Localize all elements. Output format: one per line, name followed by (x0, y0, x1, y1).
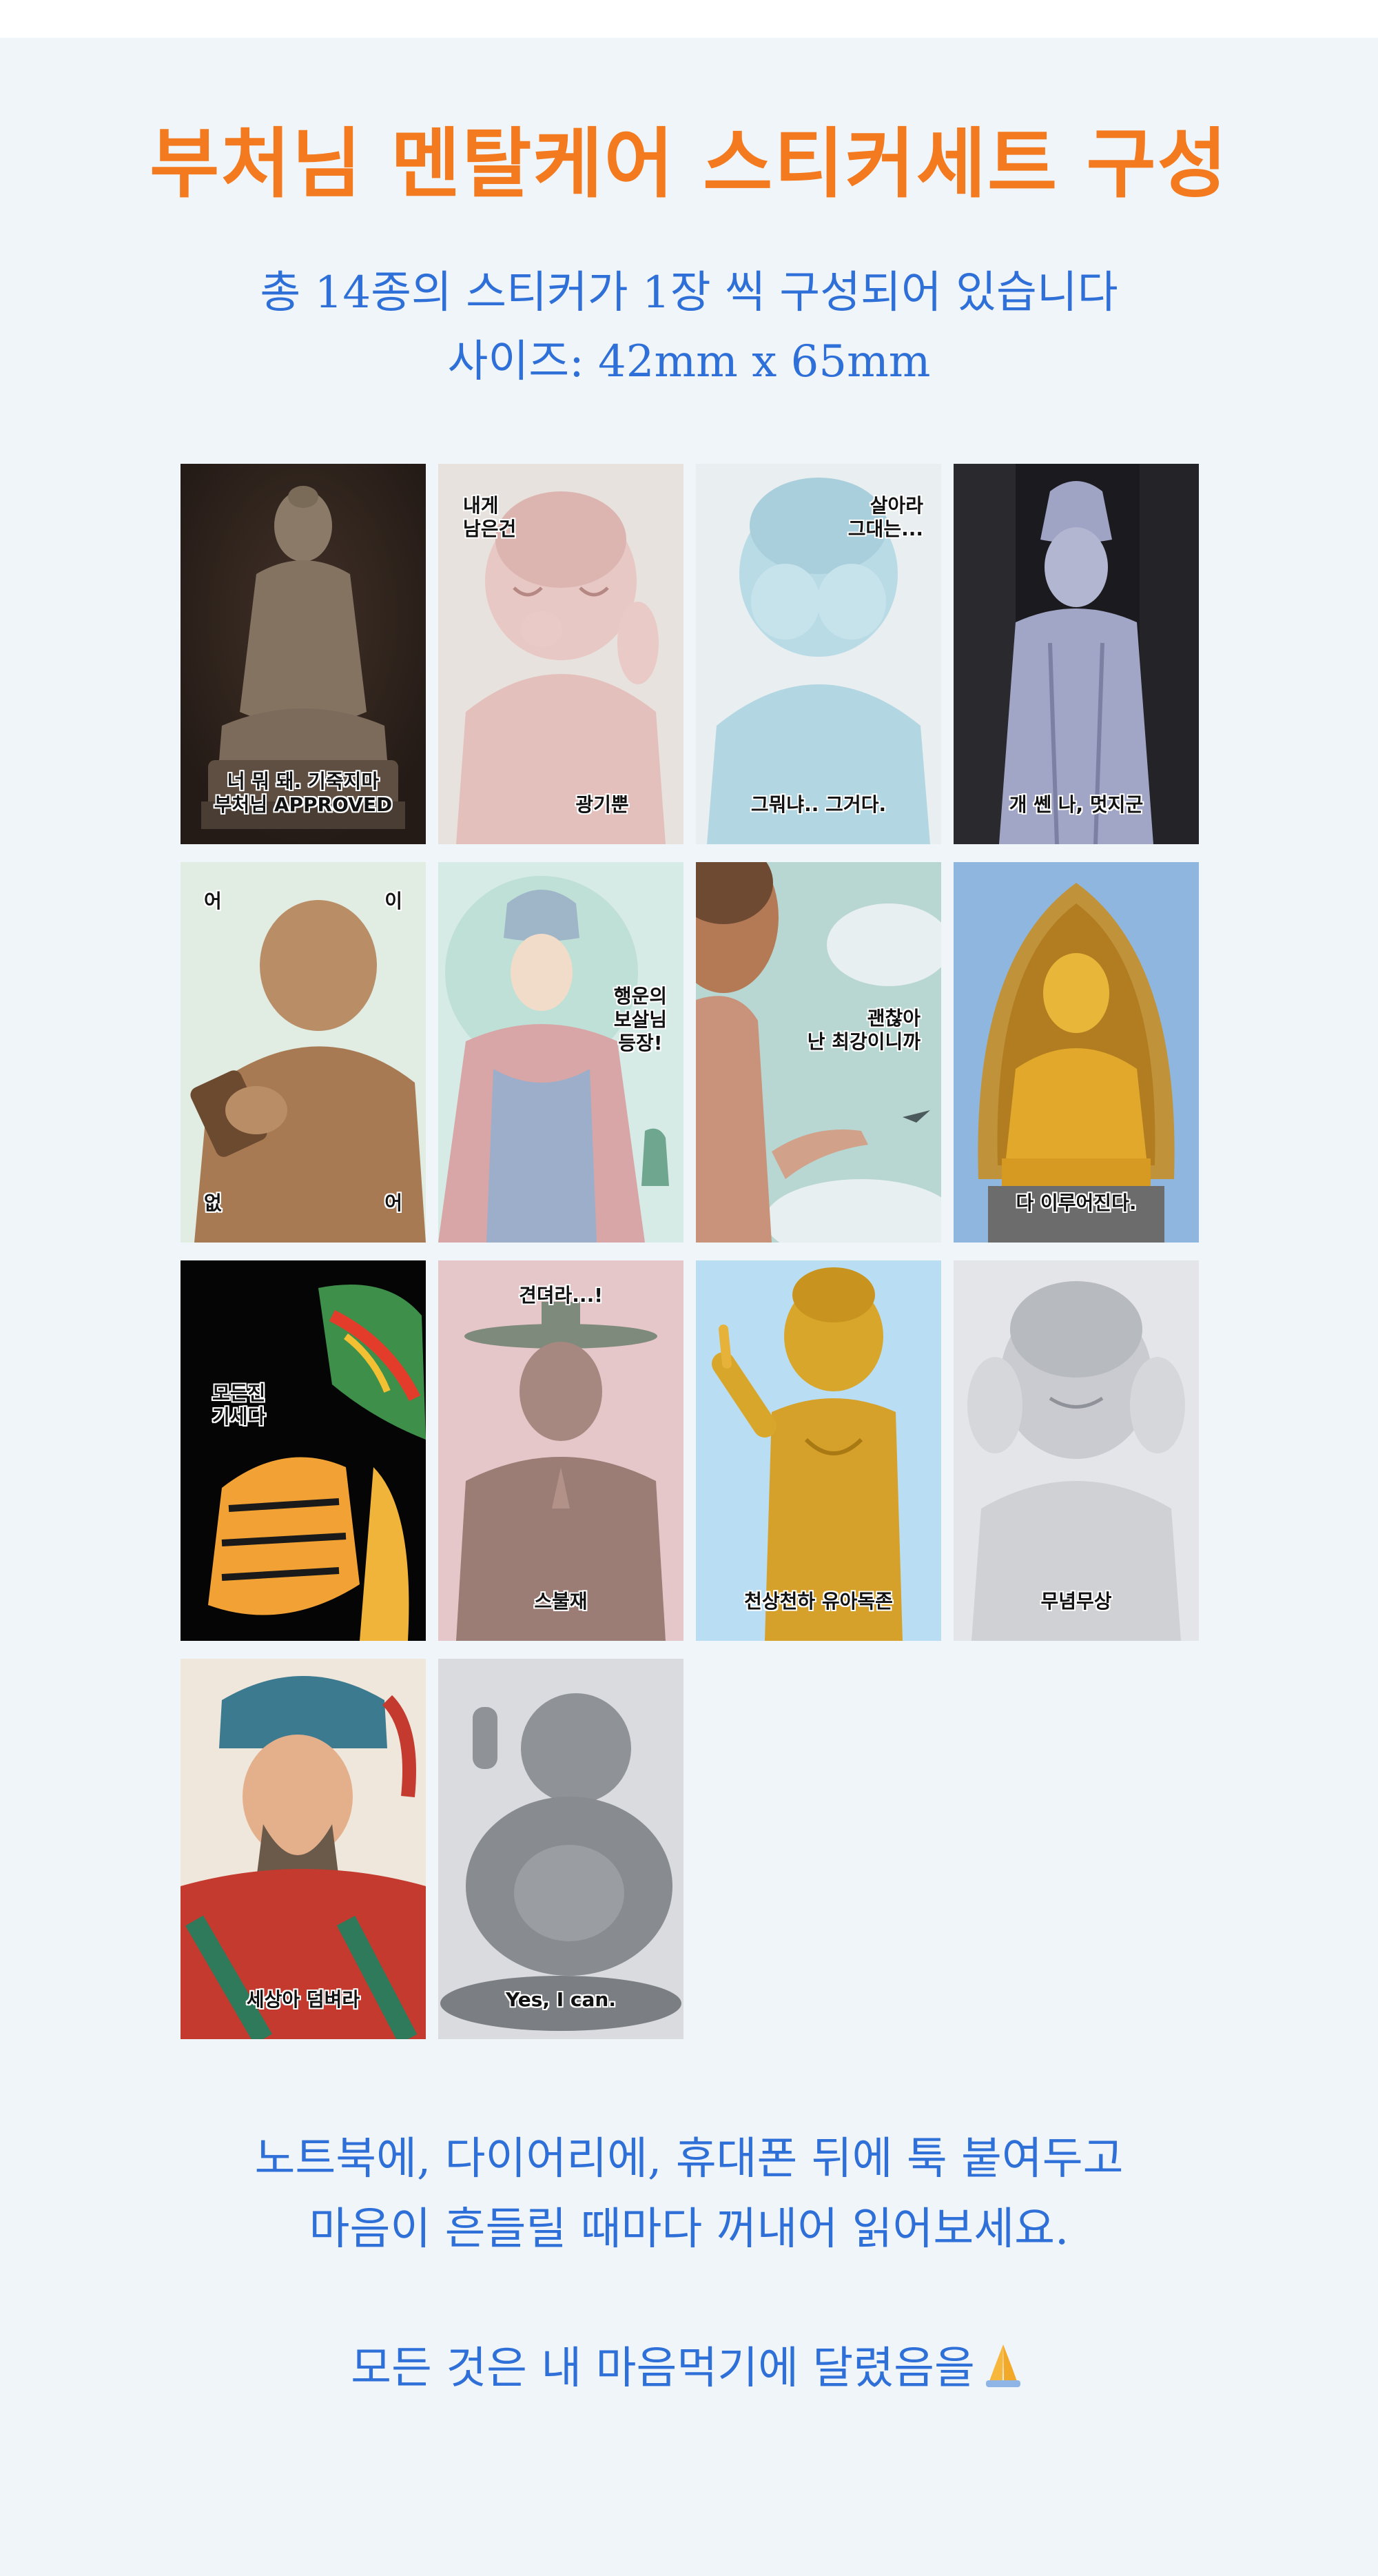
sticker-caption-top: 살아라 그대는... (847, 494, 923, 540)
sticker-card-3: 살아라 그대는... 그뭐냐.. 그거다. (696, 464, 941, 844)
sticker-caption: 스불재 (534, 1590, 588, 1613)
monk-looking-at-phone-image (181, 862, 426, 1243)
sticker-caption: 너 뭐 돼. 기죽지마 부처님 APPROVED (214, 770, 393, 816)
sticker-card-14: Yes, I can. (438, 1659, 683, 2039)
sticker-caption-middle: 행운의 보살님 등장! (613, 985, 667, 1054)
sticker-card-9: 모든진 기세다 (181, 1260, 426, 1641)
sticker-card-1: 너 뭐 돼. 기죽지마 부처님 APPROVED (181, 464, 426, 844)
sticker-card-6: 행운의 보살님 등장! (438, 862, 683, 1243)
sticker-corner-text: 이 (384, 890, 402, 912)
sticker-caption: 무념무상 (1040, 1590, 1112, 1613)
sticker-caption: Yes, I can. (506, 1988, 616, 2011)
subtitle-size: 사이즈: 42mm x 65mm (447, 336, 931, 387)
footer-line-2: 마음이 흔들릴 때마다 꺼내어 읽어보세요. (309, 2204, 1069, 2255)
golden-baby-buddha-image (696, 1260, 941, 1641)
sticker-caption-top: 내게 남은건 (463, 494, 517, 540)
sticker-caption-top: 견뎌라...! (519, 1284, 603, 1307)
sticker-corner-text: 어 (384, 1192, 402, 1214)
sticker-card-2: 내게 남은건 광기뿐 (438, 464, 683, 844)
sticker-caption: 그뭐냐.. 그거다. (750, 793, 887, 816)
sticker-card-11: 천상천하 유아독존 (696, 1260, 941, 1641)
sticker-card-5: 어 이 없 어 (181, 862, 426, 1243)
footer-closing-text: 모든 것은 내 마음먹기에 달렸음을 (351, 2343, 975, 2394)
subtitle-count: 총 14종의 스티커가 1장 씩 구성되어 있습니다 (260, 267, 1118, 318)
page-title: 부처님 멘탈케어 스티커세트 구성 (150, 120, 1228, 208)
sticker-card-13: 세상아 덤벼라 (181, 1659, 426, 2039)
sticker-card-12: 무념무상 (954, 1260, 1199, 1641)
sticker-card-7: 괜찮아 난 최강이니까 (696, 862, 941, 1243)
sticker-caption: 세상아 덤벼라 (246, 1988, 360, 2011)
sticker-card-4: 개 쎈 나, 멋지군 (954, 464, 1199, 844)
temple-guardian-king-image (181, 1659, 426, 2039)
sticker-card-10: 견뎌라...! 스불재 (438, 1260, 683, 1641)
silver-buddha-covering-ears-image (954, 1260, 1199, 1641)
sticker-caption-middle: 모든진 기세다 (212, 1382, 266, 1428)
golden-bodhisattva-image (954, 862, 1199, 1243)
bodhisattva-statue-dark-image (954, 464, 1199, 844)
buddha-balancing-stone-image (438, 1260, 683, 1641)
dragon-and-tiger-lantern-image (181, 1260, 426, 1641)
sticker-caption: 광기뿐 (575, 793, 629, 816)
sticker-corner-text: 없 (204, 1192, 222, 1214)
sticker-caption: 다 이루어진다. (1016, 1192, 1137, 1214)
sticker-caption: 천상천하 유아독존 (744, 1590, 893, 1613)
sticker-card-8: 다 이루어진다. (954, 862, 1199, 1243)
laughing-buddha-thumbs-up-image (438, 1659, 683, 2039)
sticker-caption-middle: 괜찮아 난 최강이니까 (807, 1007, 921, 1053)
footer-line-1: 노트북에, 다이어리에, 휴대폰 뒤에 툭 붙여두고 (254, 2134, 1124, 2185)
folded-hands-icon (985, 2344, 1020, 2387)
page-top-strip (0, 0, 1378, 38)
footer-line-3: 모든 것은 내 마음먹기에 달렸음을 (0, 2338, 1378, 2400)
sticker-caption: 개 쎈 나, 멋지군 (1009, 793, 1144, 816)
sticker-corner-text: 어 (204, 890, 222, 912)
